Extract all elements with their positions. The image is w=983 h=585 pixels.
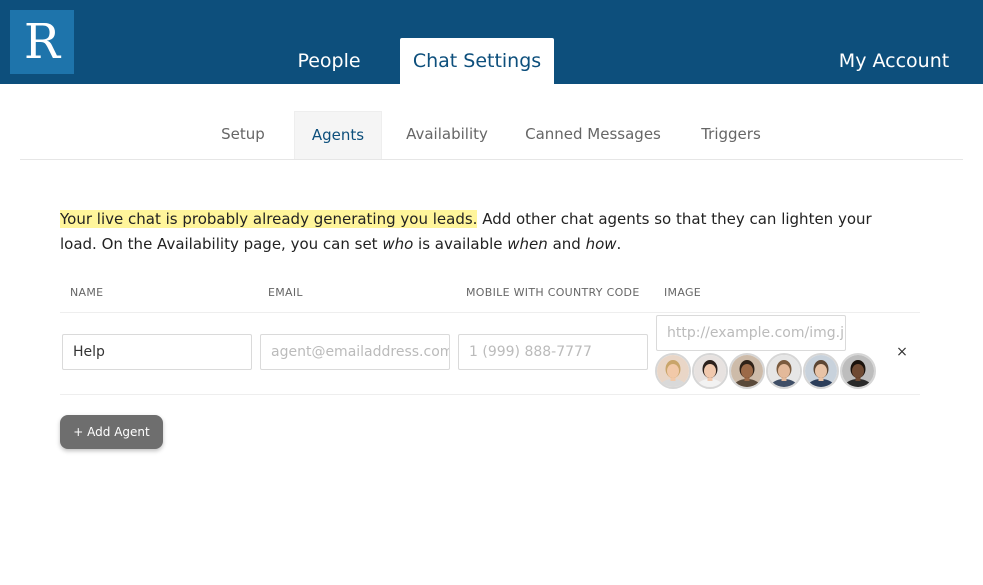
- intro-text: Your live chat is probably already gener…: [60, 210, 872, 253]
- remove-agent-icon[interactable]: ×: [894, 341, 910, 363]
- agent-name-field[interactable]: Help: [62, 334, 252, 370]
- avatar-6[interactable]: [840, 353, 876, 389]
- header-image: IMAGE: [664, 286, 702, 299]
- agent-image-url-field[interactable]: http://example.com/img.jpg: [656, 315, 846, 351]
- subtab-canned-messages[interactable]: Canned Messages: [518, 111, 668, 158]
- tab-chat-settings[interactable]: Chat Settings: [400, 38, 554, 84]
- subtab-triggers[interactable]: Triggers: [692, 111, 770, 158]
- top-bar: R People Chat Settings My Account: [0, 0, 983, 84]
- avatar-4[interactable]: [766, 353, 802, 389]
- agent-mobile-field[interactable]: 1 (999) 888-7777: [458, 334, 648, 370]
- settings-subnav: Setup Agents Availability Canned Message…: [20, 111, 963, 160]
- add-agent-button[interactable]: + Add Agent: [60, 415, 163, 449]
- tab-my-account[interactable]: My Account: [830, 38, 958, 84]
- intro-highlight: Your live chat is probably already gener…: [60, 210, 478, 228]
- header-name: NAME: [70, 286, 104, 299]
- subtab-availability[interactable]: Availability: [396, 111, 498, 158]
- table-row-top-divider: [60, 312, 920, 313]
- avatar-2[interactable]: [692, 353, 728, 389]
- avatar-5[interactable]: [803, 353, 839, 389]
- avatar-3[interactable]: [729, 353, 765, 389]
- subtab-agents[interactable]: Agents: [294, 111, 382, 159]
- subtab-setup[interactable]: Setup: [204, 111, 282, 158]
- avatar-1[interactable]: [655, 353, 691, 389]
- logo[interactable]: R: [10, 10, 74, 74]
- header-mobile: MOBILE WITH COUNTRY CODE: [466, 286, 640, 299]
- header-email: EMAIL: [268, 286, 303, 299]
- agent-email-field[interactable]: agent@emailaddress.com: [260, 334, 450, 370]
- table-row-bottom-divider: [60, 394, 920, 395]
- tab-people[interactable]: People: [278, 38, 380, 84]
